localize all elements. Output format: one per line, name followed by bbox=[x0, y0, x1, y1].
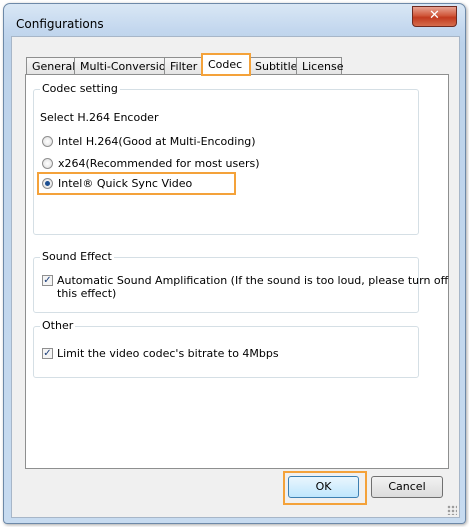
encoder-prompt: Select H.264 Encoder bbox=[40, 111, 159, 124]
sound-option-line1: Automatic Sound Amplification (If the so… bbox=[57, 274, 449, 287]
sound-effect-group: Sound Effect ✓ Automatic Sound Amplifica… bbox=[33, 250, 448, 313]
radio-intel-h264[interactable]: Intel H.264(Good at Multi-Encoding) bbox=[42, 135, 256, 148]
close-button[interactable]: ✕ bbox=[412, 6, 457, 27]
radio-x264[interactable]: x264(Recommended for most users) bbox=[42, 157, 260, 170]
codec-setting-label: Codec setting bbox=[40, 82, 120, 95]
radio-button-selected[interactable] bbox=[42, 178, 53, 189]
other-label: Other bbox=[40, 319, 76, 332]
resize-grip-icon[interactable] bbox=[447, 505, 457, 515]
tab-subtitle[interactable]: Subtitle bbox=[249, 57, 297, 74]
codec-tab-panel: Codec setting Select H.264 Encoder Intel… bbox=[25, 74, 449, 469]
tab-multi-conversion[interactable]: Multi-Conversion bbox=[74, 57, 173, 74]
tab-license[interactable]: License bbox=[296, 57, 343, 74]
radio-label: x264(Recommended for most users) bbox=[58, 157, 260, 170]
ok-button[interactable]: OK bbox=[288, 476, 359, 498]
radio-label: Intel® Quick Sync Video bbox=[58, 177, 193, 190]
sound-option-line2: this effect) bbox=[57, 287, 117, 300]
dialog-body: General Multi-Conversion Filter Codec Su… bbox=[11, 36, 460, 518]
tab-codec[interactable]: Codec bbox=[201, 53, 251, 76]
sound-amplification-option[interactable]: ✓ Automatic Sound Amplification (If the … bbox=[42, 274, 448, 300]
sound-option-text: Automatic Sound Amplification (If the so… bbox=[57, 274, 448, 300]
bitrate-limit-option[interactable]: ✓ Limit the video codec's bitrate to 4Mb… bbox=[42, 347, 279, 360]
radio-button[interactable] bbox=[42, 136, 53, 147]
sound-effect-label: Sound Effect bbox=[40, 250, 114, 263]
checkbox-checked[interactable]: ✓ bbox=[42, 348, 53, 359]
radio-quick-sync[interactable]: Intel® Quick Sync Video bbox=[42, 177, 192, 190]
checkbox-checked[interactable]: ✓ bbox=[42, 275, 53, 286]
codec-setting-group: Codec setting Select H.264 Encoder Intel… bbox=[33, 82, 419, 235]
close-icon: ✕ bbox=[429, 8, 440, 23]
tab-general[interactable]: General bbox=[26, 57, 75, 74]
window-title: Configurations bbox=[16, 17, 104, 31]
other-group: Other ✓ Limit the video codec's bitrate … bbox=[33, 319, 419, 378]
tab-filter[interactable]: Filter bbox=[164, 57, 202, 74]
radio-label: Intel H.264(Good at Multi-Encoding) bbox=[58, 135, 256, 148]
cancel-button[interactable]: Cancel bbox=[371, 476, 443, 498]
configurations-window: Configurations ✕ General Multi-Conversio… bbox=[3, 3, 466, 524]
bitrate-option-label: Limit the video codec's bitrate to 4Mbps bbox=[57, 347, 279, 360]
radio-button[interactable] bbox=[42, 158, 53, 169]
